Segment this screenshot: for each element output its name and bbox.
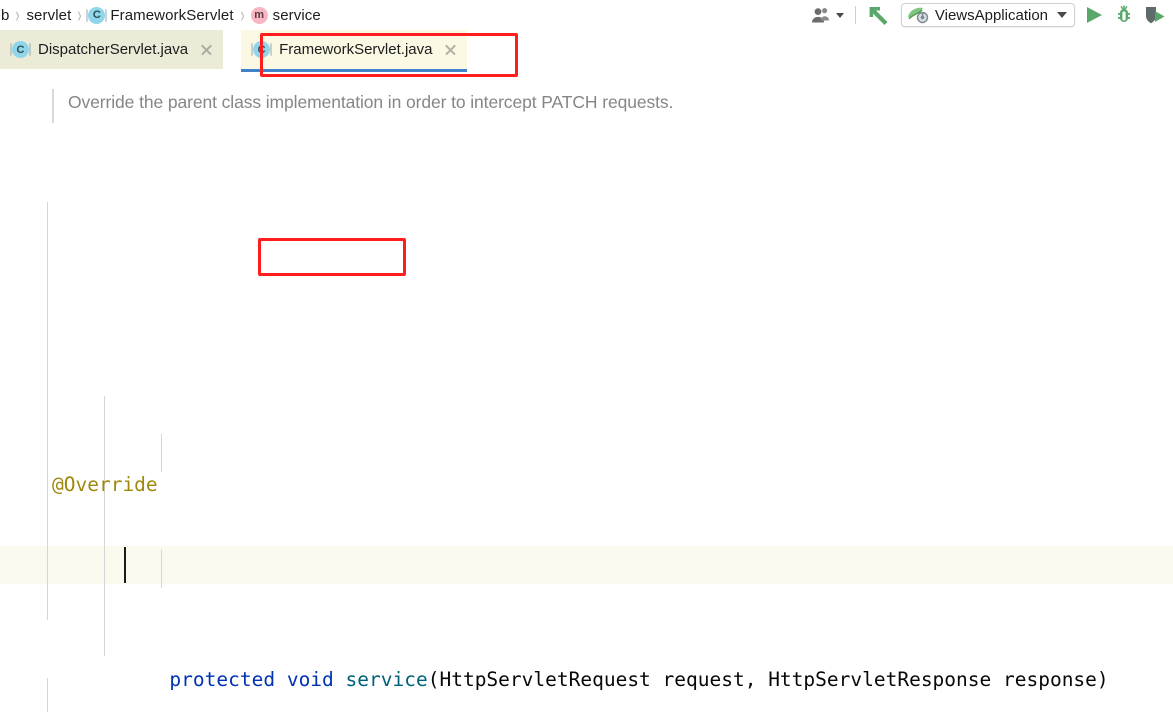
breadcrumb-item-servlet[interactable]: servlet — [25, 0, 72, 30]
toolbar-actions: ViewsApplication — [807, 0, 1173, 30]
keyword-void: void — [286, 668, 334, 691]
run-icon — [1087, 7, 1102, 23]
update-arrow-icon — [869, 7, 888, 25]
java-class-icon: C — [251, 41, 273, 58]
close-icon[interactable] — [199, 42, 214, 57]
run-with-coverage-icon — [1146, 7, 1165, 24]
intellij-window: b › servlet › C FrameworkServlet › m ser… — [0, 0, 1173, 712]
tab-dispatcherservlet[interactable]: C DispatcherServlet.java — [0, 30, 225, 69]
run-configuration-name: ViewsApplication — [934, 6, 1048, 24]
text-caret — [124, 547, 126, 583]
code-editor[interactable]: Override the parent class implementation… — [0, 76, 1173, 712]
run-configuration-selector[interactable]: ViewsApplication — [900, 3, 1075, 27]
update-project-button[interactable] — [863, 1, 897, 29]
class-icon: C — [86, 6, 108, 24]
code-content[interactable]: @Override protected void service(HttpSer… — [0, 76, 1173, 712]
breadcrumb-separator-icon: › — [77, 2, 82, 28]
tab-frameworkservlet[interactable]: C FrameworkServlet.java — [241, 30, 469, 72]
close-icon[interactable] — [443, 42, 458, 57]
breadcrumb-item-fragment[interactable]: b — [0, 0, 10, 30]
run-button[interactable] — [1079, 1, 1109, 29]
method-name-service[interactable]: service — [346, 668, 428, 691]
spring-boot-leaf-icon — [907, 7, 929, 24]
users-button[interactable] — [807, 1, 848, 29]
signature-tokens: protected void service(HttpServletReques… — [52, 621, 1109, 712]
chevron-down-icon — [1057, 12, 1067, 18]
debug-bug-icon — [1118, 5, 1130, 22]
users-icon — [811, 8, 829, 23]
breadcrumb-item-frameworkservlet[interactable]: C FrameworkServlet — [86, 0, 234, 30]
code-line-signature: protected void service(HttpServletReques… — [0, 582, 1173, 691]
run-with-coverage-button[interactable] — [1139, 1, 1171, 29]
chevron-down-icon — [835, 12, 844, 18]
annotation-token: @Override — [52, 473, 158, 496]
breadcrumb-label: service — [272, 6, 321, 24]
breadcrumb-label: b — [1, 6, 10, 24]
method-icon: m — [250, 6, 268, 24]
editor-tab-bar: C DispatcherServlet.java C FrameworkServ… — [0, 30, 1173, 74]
tab-label: FrameworkServlet.java — [279, 41, 433, 58]
method-params: (HttpServletRequest request, HttpServlet… — [427, 668, 1109, 691]
breadcrumb: b › servlet › C FrameworkServlet › m ser… — [0, 0, 322, 30]
top-toolbar: b › servlet › C FrameworkServlet › m ser… — [0, 0, 1173, 30]
breadcrumb-item-service[interactable]: m service — [250, 0, 322, 30]
breadcrumb-label: FrameworkServlet — [110, 6, 234, 24]
breadcrumb-separator-icon: › — [15, 2, 20, 28]
code-line-override: @Override — [0, 426, 1173, 496]
breadcrumb-separator-icon: › — [240, 2, 245, 28]
java-class-icon: C — [10, 41, 31, 58]
breadcrumb-label: servlet — [26, 6, 72, 24]
tab-label: DispatcherServlet.java — [38, 41, 189, 58]
keyword-protected: protected — [169, 668, 276, 691]
toolbar-divider — [854, 6, 856, 24]
debug-button[interactable] — [1109, 1, 1139, 29]
